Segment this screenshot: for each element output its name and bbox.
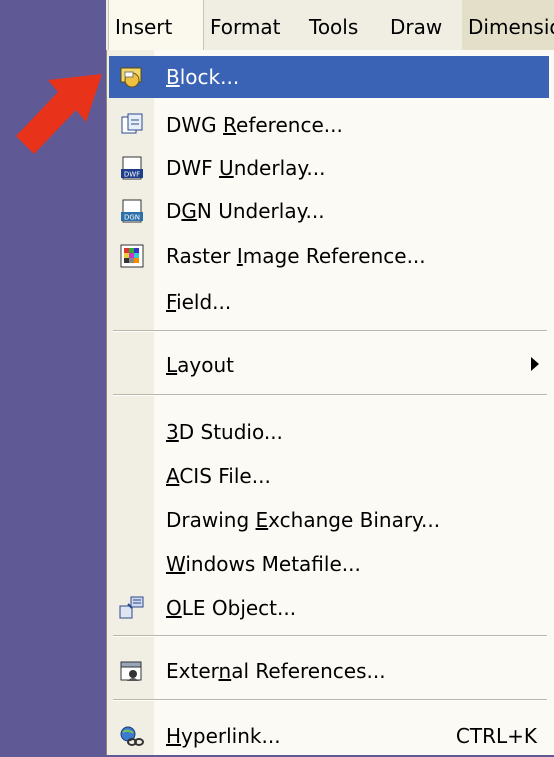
menu-item-layout[interactable]: Layout bbox=[109, 344, 549, 386]
menu-item-dwg-reference[interactable]: DWG Reference... bbox=[109, 104, 549, 146]
external-references-icon bbox=[120, 661, 142, 681]
menu-item-windows-metafile[interactable]: Windows Metafile... bbox=[109, 543, 549, 585]
menu-item-raster-image-reference[interactable]: Raster Image Reference... bbox=[109, 235, 549, 277]
menu-insert[interactable]: Insert bbox=[108, 0, 204, 50]
hyperlink-shortcut: CTRL+K bbox=[455, 724, 537, 748]
insert-dropdown-menu: Block... DWG Reference... DWF DWF Underl… bbox=[106, 50, 554, 755]
submenu-arrow-icon bbox=[531, 357, 539, 371]
menu-item-3d-studio[interactable]: 3D Studio... bbox=[109, 411, 549, 453]
menu-format[interactable]: Format bbox=[204, 0, 286, 50]
menu-item-hyperlink[interactable]: Hyperlink... CTRL+K bbox=[109, 715, 549, 757]
menu-item-ole-object[interactable]: OLE Object... bbox=[109, 587, 549, 629]
menu-dimension[interactable]: Dimensio bbox=[462, 0, 554, 50]
dwg-reference-icon bbox=[121, 113, 143, 134]
svg-text:DWF: DWF bbox=[124, 171, 140, 179]
menu-tools[interactable]: Tools bbox=[303, 0, 364, 50]
raster-image-icon bbox=[120, 244, 144, 268]
menu-separator bbox=[113, 635, 547, 637]
ole-object-icon bbox=[119, 596, 144, 619]
menu-item-dgn-underlay[interactable]: DGN DGN Underlay... bbox=[109, 190, 549, 232]
svg-text:DGN: DGN bbox=[124, 214, 140, 222]
menu-item-external-references[interactable]: External References... bbox=[109, 650, 549, 692]
menu-separator bbox=[113, 330, 547, 332]
menu-draw[interactable]: Draw bbox=[384, 0, 448, 50]
block-icon bbox=[120, 67, 142, 88]
menu-item-block[interactable]: Block... bbox=[109, 56, 549, 98]
menu-separator bbox=[113, 699, 547, 701]
hyperlink-icon bbox=[120, 726, 144, 746]
menu-item-dwf-underlay[interactable]: DWF DWF Underlay... bbox=[109, 147, 549, 189]
menu-bar: Insert Format Tools Draw Dimensio bbox=[106, 0, 554, 50]
menu-item-field[interactable]: Field... bbox=[109, 281, 549, 323]
menu-item-acis-file[interactable]: ACIS File... bbox=[109, 455, 549, 497]
dgn-underlay-icon: DGN bbox=[121, 199, 143, 223]
menu-separator bbox=[113, 394, 547, 396]
dwf-underlay-icon: DWF bbox=[121, 156, 143, 180]
menu-item-drawing-exchange-binary[interactable]: Drawing Exchange Binary... bbox=[109, 499, 549, 541]
